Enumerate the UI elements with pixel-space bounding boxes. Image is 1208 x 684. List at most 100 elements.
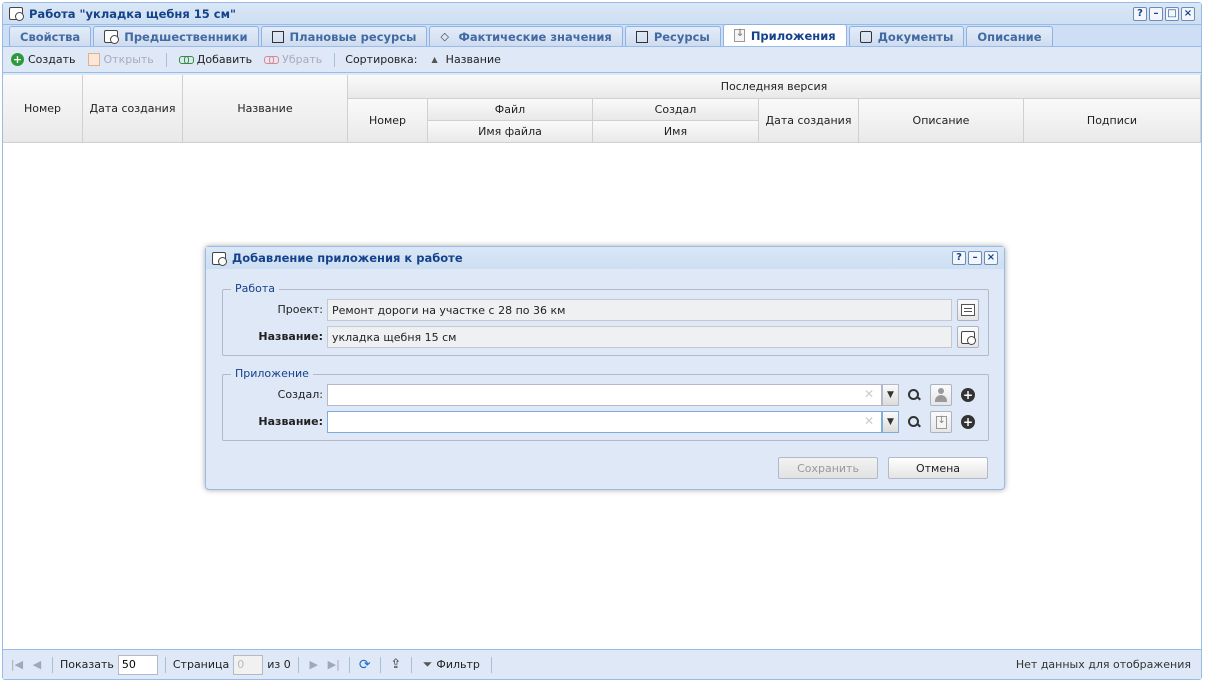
tab-label: Плановые ресурсы bbox=[289, 29, 417, 44]
dialog-title: Добавление приложения к работе bbox=[232, 251, 463, 265]
project-label: Проект: bbox=[277, 303, 323, 316]
work-legend: Работа bbox=[231, 282, 280, 295]
attachment-name-combo[interactable] bbox=[327, 411, 882, 433]
column-label: Описание bbox=[912, 114, 970, 127]
attachment-icon bbox=[733, 28, 745, 42]
next-page-icon[interactable]: ▶ bbox=[306, 658, 322, 671]
created-by-combo[interactable] bbox=[327, 384, 882, 406]
sort-asc-icon: ▲ bbox=[431, 55, 438, 64]
attach-file-button[interactable] bbox=[930, 411, 952, 433]
sort-field-label: Название bbox=[445, 53, 501, 66]
attachment-search-button[interactable] bbox=[903, 411, 925, 433]
tab-label: Предшественники bbox=[124, 29, 248, 44]
tab-label: Свойства bbox=[20, 29, 81, 44]
column-created[interactable]: Дата создания bbox=[83, 75, 183, 143]
filter-button[interactable]: ⏷ Фильтр bbox=[419, 655, 484, 674]
column-label: Имя bbox=[663, 125, 688, 138]
remove-label: Убрать bbox=[282, 53, 323, 66]
column-signatures[interactable]: Подписи bbox=[1024, 99, 1201, 143]
close-button[interactable]: × bbox=[1181, 6, 1195, 21]
tab-actual-values[interactable]: ◇ Фактические значения bbox=[429, 26, 623, 46]
create-button[interactable]: + Создать bbox=[7, 51, 80, 68]
page-size-input[interactable] bbox=[117, 654, 158, 675]
dialog-header[interactable]: Добавление приложения к работе ? – × bbox=[206, 247, 1004, 269]
attachment-add-button[interactable]: + bbox=[957, 411, 979, 433]
dialog-minimize-button[interactable]: – bbox=[968, 251, 982, 265]
attachment-name-dropdown[interactable]: ▼ bbox=[882, 411, 899, 433]
work-icon bbox=[212, 251, 227, 266]
tab-planned-resources[interactable]: Плановые ресурсы bbox=[260, 26, 428, 46]
project-field[interactable] bbox=[327, 299, 952, 321]
pager-separator bbox=[410, 656, 412, 673]
column-label: Последняя версия bbox=[720, 80, 828, 93]
maximize-button[interactable]: □ bbox=[1165, 6, 1179, 21]
attachment-legend: Приложение bbox=[231, 367, 313, 380]
column-label: Подписи bbox=[1086, 114, 1138, 127]
tab-properties[interactable]: Свойства bbox=[9, 26, 92, 46]
column-version-created[interactable]: Дата создания bbox=[759, 99, 859, 143]
attachment-icon bbox=[935, 415, 947, 429]
column-name[interactable]: Название bbox=[183, 75, 348, 143]
minimize-button[interactable]: – bbox=[1149, 6, 1163, 21]
column-number[interactable]: Номер bbox=[3, 75, 83, 143]
window-header[interactable]: Работа "укладка щебня 15 см" ? – □ × bbox=[3, 3, 1201, 25]
cancel-button[interactable]: Отмена bbox=[888, 457, 988, 479]
clear-icon[interactable]: ✕ bbox=[864, 414, 874, 428]
page-label: Страница bbox=[172, 658, 230, 671]
tab-predecessors[interactable]: Предшественники bbox=[93, 26, 259, 46]
work-name-label: Название: bbox=[258, 330, 323, 343]
work-name-field[interactable] bbox=[327, 326, 952, 348]
unlink-icon bbox=[264, 55, 280, 64]
created-by-search-button[interactable] bbox=[903, 384, 925, 406]
clear-icon[interactable]: ✕ bbox=[864, 387, 874, 401]
prev-page-icon[interactable]: ◀ bbox=[29, 658, 45, 671]
sort-by-name-button[interactable]: ▲ Название bbox=[422, 51, 505, 68]
page-number-input[interactable] bbox=[233, 654, 264, 675]
created-by-add-button[interactable]: + bbox=[957, 384, 979, 406]
refresh-icon[interactable]: ⟳ bbox=[357, 657, 373, 673]
tab-documents[interactable]: Документы bbox=[848, 26, 965, 46]
column-filename[interactable]: Имя файла bbox=[428, 121, 593, 143]
dialog-close-button[interactable]: × bbox=[984, 251, 998, 265]
column-label: Номер bbox=[368, 114, 407, 127]
chart-icon bbox=[271, 30, 284, 43]
work-card-button[interactable] bbox=[957, 326, 979, 348]
column-label: Дата создания bbox=[89, 102, 176, 115]
tab-description[interactable]: Описание bbox=[966, 26, 1053, 46]
save-button[interactable]: Сохранить bbox=[778, 457, 878, 479]
add-button[interactable]: Добавить bbox=[175, 51, 256, 68]
create-label: Создать bbox=[28, 53, 76, 66]
export-icon[interactable]: ⇪ bbox=[388, 657, 404, 672]
column-description[interactable]: Описание bbox=[859, 99, 1024, 143]
link-icon bbox=[178, 55, 194, 64]
select-user-button[interactable] bbox=[930, 384, 952, 406]
last-page-icon[interactable]: ▶| bbox=[326, 658, 342, 671]
open-label: Открыть bbox=[103, 53, 154, 66]
remove-button[interactable]: Убрать bbox=[260, 51, 326, 68]
add-attachment-dialog: Добавление приложения к работе ? – × Раб… bbox=[205, 246, 1005, 490]
column-author-name[interactable]: Имя bbox=[593, 121, 759, 143]
open-button[interactable]: Открыть bbox=[84, 51, 158, 68]
column-label: Имя файла bbox=[478, 125, 542, 138]
column-group-file: Файл bbox=[428, 99, 593, 121]
column-label: Номер bbox=[23, 102, 62, 115]
created-by-label: Создал: bbox=[277, 388, 323, 401]
page-count: из 0 bbox=[267, 658, 291, 671]
dialog-help-button[interactable]: ? bbox=[952, 251, 966, 265]
column-version-number[interactable]: Номер bbox=[348, 99, 428, 143]
tab-resources[interactable]: Ресурсы bbox=[624, 26, 721, 46]
pager-status: Нет данных для отображения bbox=[1015, 658, 1191, 671]
pager-separator bbox=[379, 656, 381, 673]
tab-bar: Свойства Предшественники Плановые ресурс… bbox=[3, 24, 1201, 47]
toolbar-separator bbox=[165, 52, 167, 67]
help-button[interactable]: ? bbox=[1133, 6, 1147, 21]
card-icon bbox=[961, 304, 975, 316]
tab-attachments[interactable]: Приложения bbox=[722, 24, 847, 46]
first-page-icon[interactable]: |◀ bbox=[9, 658, 25, 671]
project-card-button[interactable] bbox=[957, 299, 979, 321]
window-title: Работа "укладка щебня 15 см" bbox=[29, 6, 236, 21]
pager-separator bbox=[348, 656, 350, 673]
plus-icon: + bbox=[961, 388, 975, 402]
pager: |◀ ◀ Показать Страница из 0 ▶ ▶| ⟳ ⇪ ⏷Фи… bbox=[3, 649, 1201, 679]
created-by-dropdown[interactable]: ▼ bbox=[882, 384, 899, 406]
